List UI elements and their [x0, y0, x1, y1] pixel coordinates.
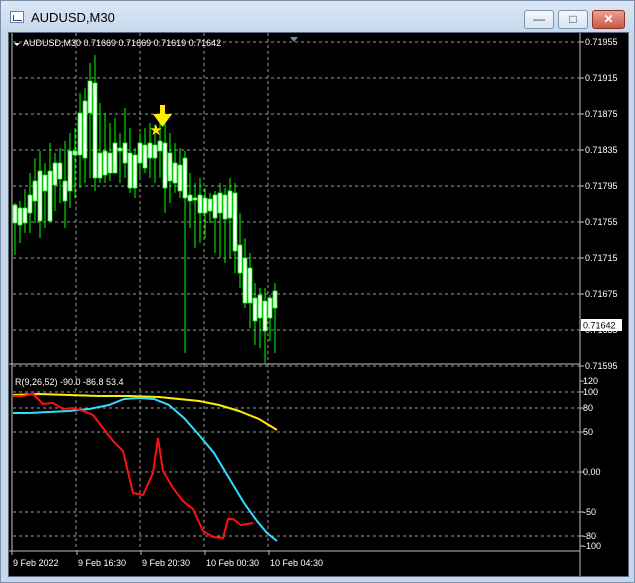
- indicator-tick-label: 120: [583, 376, 598, 386]
- minimize-button[interactable]: —: [524, 10, 554, 29]
- candle-body: [42, 174, 48, 192]
- indicator-tick-label: -80: [583, 531, 596, 541]
- candle-body: [187, 194, 193, 202]
- time-tick-label: 10 Feb 00:30: [206, 558, 259, 568]
- candle-body: [122, 142, 128, 164]
- candle-body: [102, 150, 108, 176]
- maximize-button[interactable]: □: [558, 10, 588, 29]
- candle-body: [147, 142, 153, 159]
- price-tick-label: 0.71675: [585, 289, 618, 299]
- candle-body: [127, 152, 133, 189]
- candle-body: [117, 147, 123, 152]
- candle-body: [157, 140, 163, 152]
- indicator-tick-label: 80: [583, 403, 593, 413]
- price-tick-label: 0.71755: [585, 217, 618, 227]
- candle-body: [37, 170, 43, 222]
- candle-body: [152, 144, 158, 159]
- candle-body: [192, 197, 198, 201]
- candle-body: [242, 257, 248, 304]
- candle-body: [232, 192, 238, 252]
- candle-body: [32, 180, 38, 202]
- candle-body: [237, 244, 243, 274]
- candle-body: [217, 192, 223, 214]
- close-button[interactable]: ✕: [592, 10, 625, 29]
- candle-body: [247, 267, 253, 304]
- indicator-line-red: [13, 392, 254, 540]
- star-icon: ★: [149, 122, 162, 139]
- candle-body: [207, 198, 213, 212]
- candle-body: [52, 162, 58, 186]
- main-grid: [13, 33, 580, 367]
- indicator-tick-label: 0.00: [583, 467, 601, 477]
- candle-body: [162, 142, 168, 189]
- chart-area[interactable]: ★ AUDUSD,M30 0.71669 0.71669 0.71619 0.7…: [8, 32, 629, 577]
- candle-body: [137, 142, 143, 164]
- price-tick-label: 0.71715: [585, 253, 618, 263]
- price-tick-label: 0.71595: [585, 361, 618, 371]
- price-tick-label: 0.71795: [585, 181, 618, 191]
- candlesticks: [12, 55, 278, 363]
- candle-body: [227, 190, 233, 219]
- chart-shift-icon[interactable]: [290, 37, 298, 42]
- candle-body: [22, 207, 28, 224]
- indicator-tick-label: -50: [583, 507, 596, 517]
- price-tick-label: 0.71835: [585, 145, 618, 155]
- chart-info: AUDUSD,M30 0.71669 0.71669 0.71619 0.716…: [23, 38, 221, 48]
- time-tick-label: 9 Feb 16:30: [78, 558, 126, 568]
- indicator-tick-label: -100: [583, 541, 601, 551]
- candle-body: [12, 204, 18, 224]
- candle-body: [182, 157, 188, 199]
- candle-body: [262, 300, 268, 332]
- candle-body: [107, 152, 113, 174]
- candle-body: [267, 297, 273, 319]
- candle-body: [257, 294, 263, 319]
- candle-body: [272, 290, 278, 309]
- time-tick-label: 10 Feb 04:30: [270, 558, 323, 568]
- candle-body: [27, 194, 33, 214]
- chart-svg[interactable]: ★ AUDUSD,M30 0.71669 0.71669 0.71619 0.7…: [9, 33, 628, 576]
- title-bar[interactable]: AUDUSD,M30 — □ ✕: [1, 1, 634, 33]
- candle-body: [222, 194, 228, 220]
- indicator-grid: [13, 364, 580, 551]
- price-tick-label: 0.71955: [585, 37, 618, 47]
- current-price: 0.71642: [583, 321, 616, 331]
- candle-body: [252, 297, 258, 322]
- candle-body: [77, 112, 83, 156]
- indicator-label: R(9,26,52) -90.0 -86.8 53.4: [15, 377, 124, 387]
- candle-body: [112, 142, 118, 174]
- candle-body: [57, 162, 63, 180]
- candle-body: [142, 144, 148, 169]
- indicator-axis: 120100 80 50 0.00 -50 -80-100: [580, 376, 601, 551]
- info-dropdown-icon[interactable]: [14, 43, 20, 46]
- candle-body: [197, 194, 203, 214]
- indicator-line-cyan: [13, 396, 278, 542]
- indicator-tick-label: 50: [583, 427, 593, 437]
- candle-body: [132, 154, 138, 189]
- candle-body: [82, 100, 88, 159]
- current-price-tag: 0.71642: [581, 319, 622, 331]
- candle-body: [97, 152, 103, 179]
- price-tick-label: 0.71915: [585, 73, 618, 83]
- indicator-tick-label: 100: [583, 387, 598, 397]
- candle-body: [167, 152, 173, 182]
- candle-body: [172, 162, 178, 184]
- candle-body: [67, 150, 73, 192]
- candle-body: [62, 180, 68, 202]
- time-tick-label: 9 Feb 20:30: [142, 558, 190, 568]
- time-axis: 9 Feb 2022 9 Feb 16:30 9 Feb 20:30 10 Feb 0…: [11, 551, 323, 568]
- time-tick-label: 9 Feb 2022: [13, 558, 59, 568]
- candle-body: [72, 150, 78, 156]
- chart-window-icon: [10, 11, 24, 23]
- candle-body: [202, 197, 208, 214]
- window-title: AUDUSD,M30: [31, 10, 115, 25]
- chart-window: AUDUSD,M30 — □ ✕ ★ AUDUSD,M30 0.71669 0.…: [0, 0, 635, 583]
- candle-body: [177, 164, 183, 192]
- price-tick-label: 0.71875: [585, 109, 618, 119]
- candle-body: [47, 170, 53, 222]
- candle-body: [212, 194, 218, 219]
- candle-body: [92, 82, 98, 179]
- candle-body: [17, 207, 23, 226]
- candle-body: [87, 80, 93, 114]
